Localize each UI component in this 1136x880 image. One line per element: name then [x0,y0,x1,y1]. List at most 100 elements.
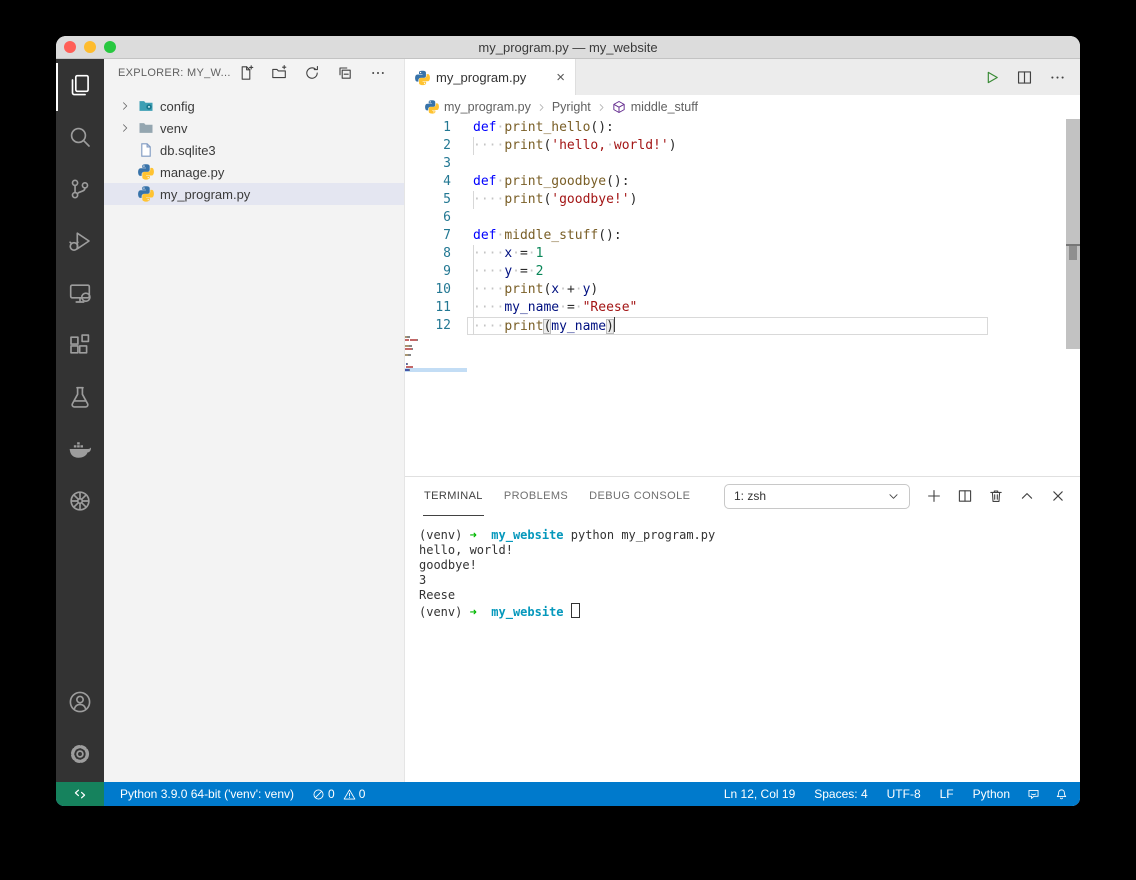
bell-icon[interactable] [1055,788,1068,801]
file-row-db-sqlite3[interactable]: db.sqlite3 [104,139,404,161]
code-line-12[interactable]: 12····print(my_name) [405,317,1080,335]
warning-icon [343,788,356,801]
split-terminal-icon[interactable] [957,488,973,504]
activity-settings[interactable] [56,732,104,780]
explorer-sidebar: EXPLORER: MY_W... configvenvdb.sqlite3 ma… [104,59,405,782]
account-icon [68,690,92,719]
activity-kubernetes[interactable] [56,479,104,527]
minimap[interactable] [405,336,467,371]
panel-tab-problems[interactable]: PROBLEMS [503,477,569,516]
code-line-9[interactable]: 9····y·=·2 [405,263,1080,281]
explorer-header: EXPLORER: MY_W... [104,59,404,87]
code-line-8[interactable]: 8····x·=·1 [405,245,1080,263]
python-icon [415,70,430,85]
plus-icon[interactable] [926,488,942,504]
refresh-icon[interactable] [304,65,320,81]
code-text [455,155,473,173]
code-line-11[interactable]: 11····my_name·=·"Reese" [405,299,1080,317]
activity-remote-explorer[interactable] [56,271,104,319]
file-label: manage.py [160,165,224,180]
activity-source-control[interactable] [56,167,104,215]
terminal-panel: TERMINAL PROBLEMS DEBUG CONSOLE 1: zsh (ve… [405,476,1080,782]
terminal-output[interactable]: (venv) ➜ my_website python my_program.py… [405,515,1080,782]
code-line-5[interactable]: 5····print('goodbye!') [405,191,1080,209]
folder-config-icon [138,98,154,114]
file-row-config[interactable]: config [104,95,404,117]
line-number: 11 [405,299,455,317]
activity-explorer[interactable] [56,63,104,111]
python-icon [138,186,154,202]
new-file-icon[interactable] [238,65,254,81]
code-line-10[interactable]: 10····print(x·+·y) [405,281,1080,299]
line-number: 6 [405,209,455,227]
file-row-manage-py[interactable]: manage.py [104,161,404,183]
code-line-1[interactable]: 1def·print_hello(): [405,119,1080,137]
file-label: my_program.py [160,187,250,202]
file-row-my_program-py[interactable]: my_program.py [104,183,404,205]
python-interpreter-status[interactable]: Python 3.9.0 64-bit ('venv': venv) [118,787,296,801]
collapse-all-icon[interactable] [337,65,353,81]
code-line-2[interactable]: 2····print('hello,·world!') [405,137,1080,155]
line-number: 5 [405,191,455,209]
panel-header: TERMINAL PROBLEMS DEBUG CONSOLE 1: zsh [405,477,1080,515]
problems-status[interactable]: 0 0 [310,787,367,801]
split-editor-icon[interactable] [1016,69,1033,86]
activity-docker[interactable] [56,427,104,475]
code-line-7[interactable]: 7def·middle_stuff(): [405,227,1080,245]
terminal-cursor [571,603,580,618]
cursor-position-status[interactable]: Ln 12, Col 19 [722,787,797,801]
encoding-status[interactable]: UTF-8 [885,787,923,801]
activity-testing[interactable] [56,375,104,423]
chevron-right-icon [120,98,136,114]
code-text: ····y·=·2 [455,263,543,281]
more-actions-icon[interactable] [1049,69,1066,86]
tree-indent [120,142,136,158]
language-mode-status[interactable]: Python [971,787,1012,801]
breadcrumb-label: middle_stuff [631,100,698,114]
line-number: 7 [405,227,455,245]
trash-icon[interactable] [988,488,1004,504]
feedback-icon[interactable] [1027,788,1040,801]
activity-search[interactable] [56,115,104,163]
line-number: 4 [405,173,455,191]
eol-status[interactable]: LF [938,787,956,801]
panel-tab-terminal[interactable]: TERMINAL [423,477,484,516]
code-line-3[interactable]: 3 [405,155,1080,173]
remote-indicator[interactable] [56,782,104,806]
line-number: 9 [405,263,455,281]
line-number: 12 [405,317,455,335]
terminal-select-value: 1: zsh [734,489,766,503]
debug-icon [68,229,92,258]
panel-tab-debug-console[interactable]: DEBUG CONSOLE [588,477,691,516]
close-icon[interactable] [1050,488,1066,504]
line-number: 2 [405,137,455,155]
tab-my-program[interactable]: my_program.py × [405,59,576,95]
code-text: ····print('hello,·world!') [455,137,677,155]
line-number: 8 [405,245,455,263]
new-folder-icon[interactable] [271,65,287,81]
indentation-status[interactable]: Spaces: 4 [812,787,869,801]
code-line-4[interactable]: 4def·print_goodbye(): [405,173,1080,191]
code-line-6[interactable]: 6 [405,209,1080,227]
close-tab-icon[interactable]: × [554,68,567,87]
scrollbar-handle[interactable] [1069,246,1077,260]
activity-run-debug[interactable] [56,219,104,267]
symbol-cube-icon [612,100,626,114]
activity-extensions[interactable] [56,323,104,371]
code-text: ····print('goodbye!') [455,191,637,209]
file-row-venv[interactable]: venv [104,117,404,139]
editor-scrollbar[interactable] [1066,119,1080,349]
activity-accounts[interactable] [56,680,104,728]
more-actions-icon[interactable] [370,65,386,81]
breadcrumb-my-program-py[interactable]: my_program.py [425,100,531,114]
run-icon[interactable] [983,69,1000,86]
breadcrumb-middle-stuff[interactable]: middle_stuff [612,100,698,114]
tree-indent [120,186,136,202]
line-number: 10 [405,281,455,299]
extensions-icon [68,333,92,362]
breadcrumb-pyright[interactable]: Pyright [552,100,591,114]
terminal-select[interactable]: 1: zsh [724,484,910,509]
gear-icon [68,742,92,771]
chevron-up-icon[interactable] [1019,488,1035,504]
code-editor[interactable]: 1def·print_hello():2····print('hello,·wo… [405,119,1080,476]
